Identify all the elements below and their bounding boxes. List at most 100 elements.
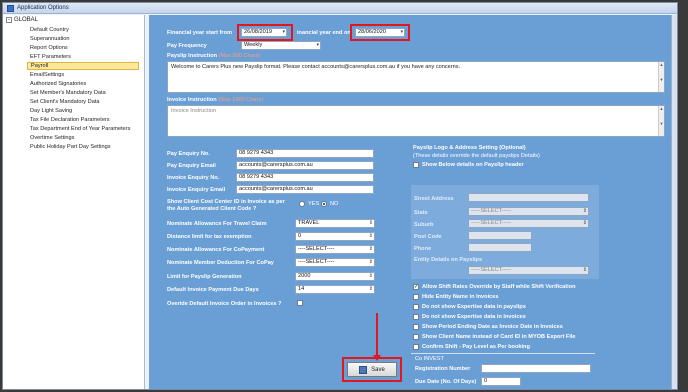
show-below-details-option[interactable]: Show Below details on Payslip header [413,162,524,168]
checkbox-icon[interactable] [413,314,419,320]
checkbox-icon[interactable]: ✓ [413,284,419,290]
period-ending-date-label: Show Period Ending Date as Invoice Date … [422,324,563,330]
tree-item-payroll[interactable]: PayrolI [27,62,139,70]
dropdown-arrow-icon: ⇕ [582,267,587,273]
fy-start-label: Financial year start from [167,30,232,36]
pay-enquiry-no-input[interactable]: 08 9279 4343 [236,149,374,158]
pay-enquiry-email-label: Pay Enquiry Email [167,163,216,169]
dropdown-arrow-icon: ⇕ [582,208,587,214]
dropdown-arrow-icon: ⇕ [368,246,373,252]
due-date-input[interactable]: 0 [481,377,521,386]
cost-center-label-2: the Auto Generated Client Code ? [167,206,257,212]
due-days-input[interactable]: 14 ⇕ [295,285,375,294]
invoice-instruction-text: Invoice Instruction [167,97,217,103]
tree-item-tax-end-of-year[interactable]: Tax Department End of Year Parameters [29,125,130,133]
tree-root-global[interactable]: − GLOBAL [6,17,38,23]
street-address-label: Street Address [414,196,454,202]
save-button[interactable]: Save [347,362,397,377]
co-invest-label: Co INVEST [415,356,444,362]
registration-number-label: Registration Number [415,366,471,372]
checkbox-icon[interactable] [413,324,419,330]
entity-details-label: Entity Details on Payslips [414,257,483,263]
stepper-icon[interactable]: ⇕ [369,273,373,280]
tree-item-email-settings[interactable]: EmailSettings [29,71,64,79]
tree-item-tax-file-declaration[interactable]: Tax File Declaration Parameters [29,116,110,124]
invoice-instruction-hint: (Max 1000 Chars) [218,97,264,103]
checkbox-icon[interactable] [413,304,419,310]
tree-item-daylight-saving[interactable]: Day Light Saving [29,107,72,115]
no-expertise-payslips-option[interactable]: Do not show Expertise data in payslips [413,304,526,310]
registration-section: Co INVEST Registration Number Due Date (… [411,353,595,389]
tree-item-default-country[interactable]: Default Country [29,26,69,34]
dropdown-arrow-icon: ⇕ [368,220,373,226]
street-address-input[interactable] [468,193,589,202]
save-disk-icon [359,365,368,374]
tree-item-member-mandatory[interactable]: Set Member's Mandatory Data [29,89,106,97]
pay-enquiry-no-label: Pay Enquiry No. [167,151,210,157]
confirm-shift-option[interactable]: Confirm Shift - Pay Level as Per booking [413,344,530,350]
state-value: -----SELECT----- [471,208,512,214]
client-name-myob-option[interactable]: Show Client Name instead of Card ID in M… [413,334,576,340]
dropdown-arrow-icon: ▾ [316,42,319,48]
textarea-scrollbar[interactable]: ▲ ▼ [658,106,664,136]
app-icon [7,5,14,12]
suburb-label: Suburb [414,222,434,228]
phone-input[interactable] [468,243,532,252]
fy-end-highlight [350,24,410,41]
allow-shift-rates-option[interactable]: ✓ Allow Shift Rates Override by Staff wh… [413,284,576,290]
cost-center-radio-no[interactable]: NO [321,201,338,207]
window-scrollbar[interactable] [671,15,677,389]
payslip-limit-input[interactable]: 2000 ⇕ [295,272,375,281]
tree-item-superannuation[interactable]: Superannuation [29,35,70,43]
invoice-enquiry-email-input[interactable]: accounts@carersplus.com.au [236,185,374,194]
allow-shift-rates-label: Allow Shift Rates Override by Staff whil… [422,284,576,290]
no-expertise-payslips-label: Do not show Expertise data in payslips [422,304,526,310]
override-order-checkbox[interactable] [297,300,303,306]
hide-entity-name-option[interactable]: Hide Entity Name in Invoices [413,294,498,300]
due-days-label: Default Invoice Payment Due Days [167,287,259,293]
entity-details-select[interactable]: -----SELECT----- ⇕ [468,266,589,275]
checkbox-icon[interactable] [413,334,419,340]
checkbox-icon[interactable] [413,344,419,350]
fy-end-label: inancial year end on [297,30,351,36]
due-days-value: 14 [298,286,305,292]
tree-item-authorized-signatories[interactable]: Authorized Signatories [29,80,86,88]
invoice-instruction-label: Invoice Instruction (Max 1000 Chars) [167,97,263,103]
checkbox-icon[interactable] [413,162,419,168]
textarea-scrollbar[interactable]: ▲ ▼ [658,62,664,92]
payslip-instruction-textarea[interactable]: Welcome to Carers Plus new Payslip forma… [167,61,665,93]
payslip-instruction-text: Payslip Instruction [167,53,218,59]
travel-claim-select[interactable]: TRAVEL ⇕ [295,219,375,228]
radio-icon[interactable] [321,201,327,207]
stepper-icon[interactable]: ⇕ [369,233,373,240]
state-select[interactable]: -----SELECT----- ⇕ [468,207,589,216]
no-expertise-invoices-option[interactable]: Do not show Expertise data in Invoices [413,314,526,320]
cost-center-radio-yes[interactable]: YES [299,201,319,207]
pay-frequency-select[interactable]: Weekly ▾ [241,41,321,50]
tree-collapse-icon[interactable]: − [6,17,12,23]
period-ending-date-option[interactable]: Show Period Ending Date as Invoice Date … [413,324,563,330]
member-deduction-select[interactable]: ----SELECT---- ⇕ [295,258,375,267]
tree-item-overtime-settings[interactable]: Overtime Settings [29,134,74,142]
member-deduction-label: Nominate Member Deduction For CoPay [167,260,274,266]
dropdown-arrow-icon: ⇕ [582,220,587,226]
stepper-icon[interactable]: ⇕ [369,286,373,293]
pay-frequency-value: Weekly [244,42,263,48]
distance-limit-label: Distance limit for tax exemption [167,234,252,240]
tree-item-public-holiday[interactable]: Public Holiday Part Day Settings [29,143,111,151]
tree-item-report-options[interactable]: Report Options [29,44,68,52]
copayment-select[interactable]: ----SELECT---- ⇕ [295,245,375,254]
invoice-instruction-textarea[interactable]: Invoice Instruction ▲ ▼ [167,105,665,137]
radio-icon[interactable] [299,201,305,207]
tree-item-client-mandatory[interactable]: Set Client's Mandatory Data [29,98,99,106]
state-label: State [414,210,428,216]
suburb-select[interactable]: -----SELECT----- ⇕ [468,219,589,228]
pay-enquiry-email-input[interactable]: accounts@carersplus.com.au [236,161,374,170]
registration-number-input[interactable] [481,364,591,373]
distance-limit-input[interactable]: 0 ⇕ [295,232,375,241]
tree-item-eft-parameters[interactable]: EFT Parameters [29,53,71,61]
postcode-input[interactable] [468,231,532,240]
checkbox-icon[interactable] [413,294,419,300]
radio-no-label: NO [330,201,339,207]
invoice-enquiry-no-input[interactable]: 08 9279 4343 [236,173,374,182]
